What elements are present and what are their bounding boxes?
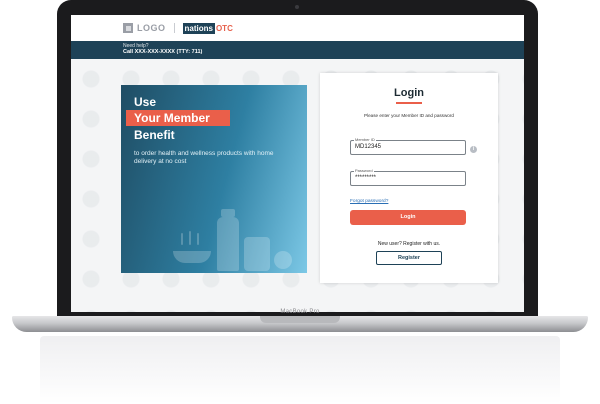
- brand-logo[interactable]: nations OTC: [182, 22, 233, 34]
- logo-divider: [173, 23, 175, 33]
- hero-subtitle: to order health and wellness products wi…: [134, 150, 274, 165]
- apple-icon: [274, 251, 292, 269]
- logo-image-icon: [123, 23, 133, 33]
- member-id-label: Member ID: [354, 137, 376, 142]
- bottle-cap-icon: [221, 209, 235, 217]
- new-user-text: New user? Register with us.: [377, 241, 441, 247]
- login-title: Login: [394, 87, 424, 99]
- hero-banner: Use Your Member Benefit to order health …: [121, 85, 307, 273]
- logo-text: LOGO: [137, 23, 166, 33]
- hero-line-benefit: Benefit: [134, 128, 175, 142]
- member-id-field[interactable]: Member ID MD12345: [350, 137, 466, 155]
- info-icon[interactable]: i: [470, 146, 477, 153]
- help-label: Need help?: [123, 43, 149, 49]
- password-value: *********: [355, 175, 377, 181]
- title-underline: [396, 102, 422, 104]
- laptop-notch: [260, 316, 340, 323]
- help-bar: Need help? Call XXX-XXX-XXXX (TTY: 711): [71, 41, 524, 59]
- laptop-lid: LOGO nations OTC Need help? Call XXX-XXX…: [57, 0, 538, 318]
- password-label: Password: [354, 168, 374, 173]
- steam-icon: [181, 233, 183, 245]
- hero-line-use: Use: [134, 95, 157, 109]
- steam-icon: [189, 231, 191, 245]
- brand-nations: nations: [182, 22, 215, 34]
- laptop-screen: LOGO nations OTC Need help? Call XXX-XXX…: [71, 15, 524, 312]
- member-id-value: MD12345: [355, 144, 382, 150]
- register-button[interactable]: Register: [376, 251, 442, 265]
- steam-icon: [197, 233, 199, 245]
- camera-dot: [295, 5, 299, 9]
- password-field[interactable]: Password *********: [350, 168, 466, 186]
- jar-icon: [244, 237, 270, 271]
- hero-line-member: Your Member: [134, 111, 210, 125]
- help-phone[interactable]: Call XXX-XXX-XXXX (TTY: 711): [123, 49, 524, 55]
- site-logo[interactable]: LOGO: [123, 23, 166, 33]
- main-content: Use Your Member Benefit to order health …: [71, 59, 524, 312]
- login-subtitle: Please enter your Member ID and password: [364, 113, 454, 118]
- bottle-icon: [217, 217, 239, 271]
- device-label: MacBook Pro: [280, 309, 320, 315]
- hero-highlight: Your Member: [126, 110, 230, 126]
- site-header: LOGO nations OTC: [71, 15, 524, 41]
- brand-otc: OTC: [215, 23, 233, 33]
- laptop-reflection: [40, 336, 560, 404]
- login-button[interactable]: Login: [350, 210, 466, 225]
- login-card: Login Please enter your Member ID and pa…: [320, 73, 498, 283]
- forgot-password-link[interactable]: Forgot password?: [350, 199, 388, 204]
- bowl-icon: [173, 251, 211, 263]
